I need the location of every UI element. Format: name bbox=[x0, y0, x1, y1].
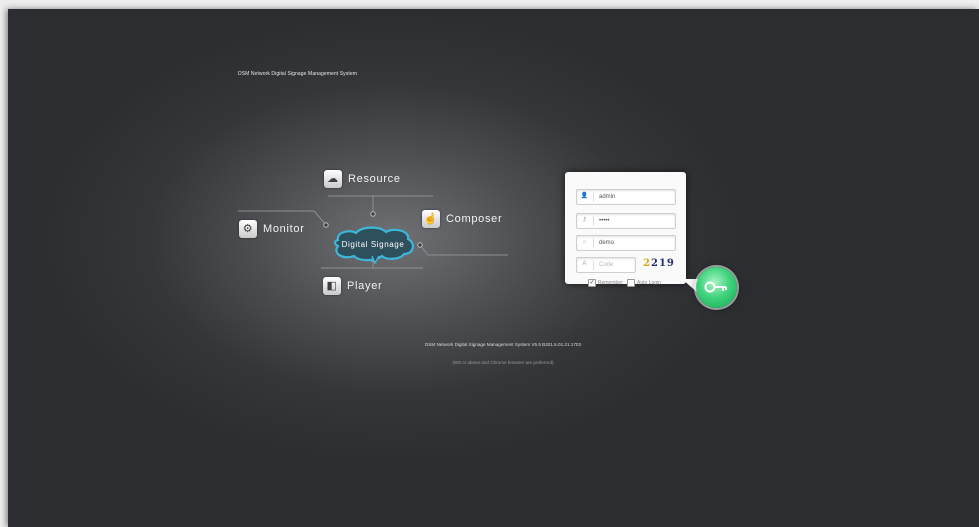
auto-login-checkbox[interactable]: Auto Login bbox=[627, 279, 661, 287]
password-input[interactable]: ⚷ ••••• bbox=[576, 213, 676, 229]
remember-label: Remember bbox=[598, 280, 623, 286]
cloud-upload-icon: ☁ bbox=[324, 170, 342, 188]
auto-login-checkbox-box[interactable] bbox=[627, 279, 635, 287]
hand-pointer-icon: ☝ bbox=[422, 210, 440, 228]
key-icon bbox=[704, 281, 727, 293]
code-placeholder: Code bbox=[599, 262, 614, 268]
captcha-image[interactable]: 2219 bbox=[643, 258, 677, 272]
remember-checkbox-box[interactable]: ✓ bbox=[588, 279, 596, 287]
domain-value: demo bbox=[599, 240, 615, 246]
gear-icon: ⚙ bbox=[239, 220, 257, 238]
user-icon: 👤 bbox=[580, 193, 589, 199]
remember-checkbox[interactable]: ✓ Remember bbox=[588, 279, 623, 287]
code-icon: A bbox=[582, 261, 587, 267]
grid-squares-icon: ◧ bbox=[323, 277, 341, 295]
version-text: DSM Network Digital Signage Management S… bbox=[424, 342, 582, 347]
login-panel: 👤 admin ⚷ ••••• ⌂ demo A Code 2219 ✓ Rem… bbox=[565, 172, 686, 287]
username-value: admin bbox=[599, 194, 616, 200]
username-input[interactable]: 👤 admin bbox=[576, 189, 676, 205]
monitor-module[interactable]: ⚙ Monitor bbox=[239, 220, 305, 238]
monitor-label: Monitor bbox=[263, 223, 305, 235]
composer-module[interactable]: ☝ Composer bbox=[422, 210, 502, 228]
player-module[interactable]: ◧ Player bbox=[323, 277, 382, 295]
password-value: ••••• bbox=[599, 218, 610, 224]
resource-label: Resource bbox=[348, 173, 401, 185]
auto-login-label: Auto Login bbox=[637, 280, 661, 286]
digital-signage-label: Digital Signage bbox=[341, 239, 405, 249]
key-icon: ⚷ bbox=[582, 217, 587, 223]
login-button[interactable] bbox=[696, 267, 737, 308]
domain-icon: ⌂ bbox=[582, 239, 587, 245]
login-page: DSM Network Digital Signage Management S… bbox=[8, 9, 979, 527]
composer-label: Composer bbox=[446, 213, 503, 225]
player-label: Player bbox=[347, 280, 383, 292]
resource-module[interactable]: ☁ Resource bbox=[324, 170, 401, 188]
code-input[interactable]: A Code bbox=[576, 257, 636, 273]
browser-note: (IE8 or above and Chrome browser are pre… bbox=[452, 360, 554, 365]
mind-map-connectors bbox=[238, 195, 508, 269]
domain-input[interactable]: ⌂ demo bbox=[576, 235, 676, 251]
